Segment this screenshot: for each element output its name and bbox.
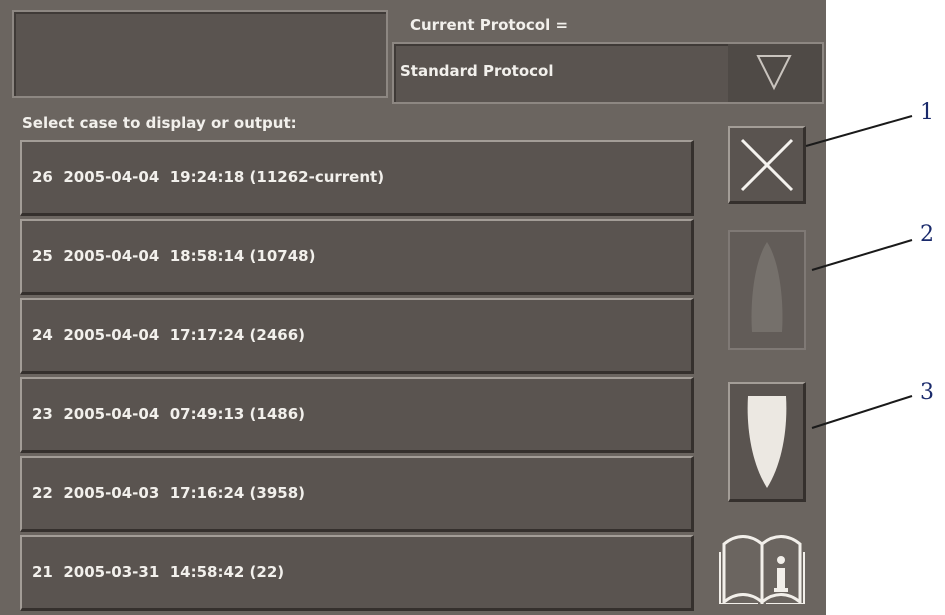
callout-lines (805, 115, 913, 429)
callout-number: 3 (920, 380, 934, 405)
callout-number: 2 (920, 222, 934, 247)
callout-number: 1 (920, 100, 934, 125)
